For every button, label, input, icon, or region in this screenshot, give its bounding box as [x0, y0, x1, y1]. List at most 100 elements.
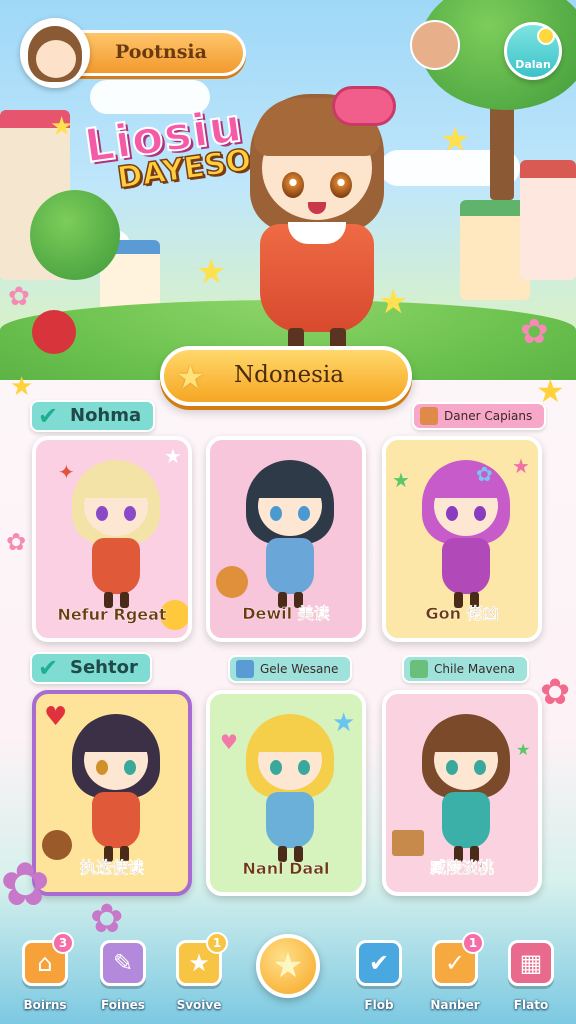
nav-label: Svoive — [176, 998, 222, 1012]
section-tag-2[interactable]: ✔ Sehtor — [30, 652, 152, 684]
character-card[interactable]: ♥ 执迭使读 — [32, 690, 192, 896]
check-icon: ✔ — [356, 940, 402, 986]
character-eye — [446, 760, 458, 775]
character-name: Dewil 美读 — [242, 604, 330, 623]
character-card[interactable]: ✦ ★ Nefur Rgeat — [32, 436, 192, 642]
star-icon: ★ — [176, 358, 205, 396]
book-icon — [420, 407, 438, 425]
pet-cat-icon — [410, 20, 460, 70]
character-outfit — [92, 792, 140, 848]
character-bangs — [252, 464, 328, 498]
nav-item-svoive[interactable]: ★ 1 Svoive — [166, 932, 232, 1018]
nav-label: Boirns — [23, 998, 67, 1012]
section-tag-1[interactable]: ✔ Nohma — [30, 400, 156, 432]
book-stack-icon — [410, 660, 428, 678]
character-eye — [270, 506, 282, 521]
hero-eye — [282, 172, 304, 198]
nav-badge: 1 — [462, 932, 484, 954]
nav-label: Flob — [364, 998, 394, 1012]
nav-item-flato[interactable]: ▦ Flato — [498, 940, 564, 1018]
map-button-label: Dalan — [515, 58, 551, 71]
character-portrait — [416, 708, 516, 868]
character-name: Nefur Rgeat — [57, 605, 167, 624]
character-card[interactable]: ★ 臧陵淡桃 — [382, 690, 542, 896]
star-icon: ★ — [392, 468, 410, 492]
map-button[interactable]: Dalan — [504, 22, 562, 80]
nav-item-nanber[interactable]: ✓ 1 Nanber — [422, 932, 488, 1018]
character-bangs — [252, 718, 328, 752]
character-outfit — [266, 792, 314, 848]
character-bangs — [78, 718, 154, 752]
character-eye — [298, 506, 310, 521]
house — [520, 160, 576, 280]
book-stack-icon — [236, 660, 254, 678]
apple-icon — [32, 310, 76, 354]
region-select-button[interactable]: ★ Ndonesia — [160, 346, 412, 406]
character-eye — [474, 506, 486, 521]
pet-bear-icon — [216, 566, 248, 598]
character-name: Nanl Daal — [242, 859, 330, 878]
chip-label: Daner Capians — [444, 409, 533, 423]
character-portrait — [66, 708, 166, 868]
filter-chip[interactable]: Gele Wesane — [228, 655, 353, 683]
star-icon: ★ — [332, 708, 356, 738]
nav-label: Nanber — [430, 998, 480, 1012]
star-icon: ★ — [440, 120, 471, 160]
calendar-icon: ▦ — [508, 940, 554, 986]
character-outfit — [442, 538, 490, 594]
home-star-button[interactable]: ★ — [256, 934, 320, 998]
flower-icon: ✿ — [8, 282, 30, 312]
character-bangs — [428, 718, 504, 752]
book-icon — [392, 830, 424, 856]
character-card[interactable]: ♥ ★ Nanl Daal — [206, 690, 366, 896]
character-card[interactable]: Dewil 美读 — [206, 436, 366, 642]
section-tag-label: Sehtor — [70, 657, 138, 678]
notepad-icon: ✎ — [100, 940, 146, 986]
nav-item-boirns[interactable]: ⌂ 3 Boirns — [12, 932, 78, 1018]
character-outfit — [92, 538, 140, 594]
nav-label: Foines — [101, 998, 145, 1012]
heart-icon: ♥ — [44, 702, 68, 732]
character-eye — [298, 760, 310, 775]
bow-icon: ✦ — [58, 460, 75, 484]
region-label: Ndonesia — [234, 362, 344, 388]
star-icon: ★ — [10, 372, 34, 402]
character-eye — [96, 760, 108, 775]
avatar[interactable] — [20, 18, 90, 88]
star-icon: ★ — [196, 252, 227, 292]
character-eye — [474, 760, 486, 775]
star-icon: ★ — [512, 454, 530, 478]
filter-chip[interactable]: Daner Capians — [412, 402, 547, 430]
star-icon: ★ — [164, 444, 182, 468]
nav-badge: 3 — [52, 932, 74, 954]
star-icon: ★ — [516, 740, 531, 759]
character-portrait — [240, 454, 340, 614]
profile-name: Pootnsia — [115, 41, 207, 63]
character-name: 执迭使读 — [79, 858, 144, 877]
character-portrait — [66, 454, 166, 614]
character-name: Gon 佬凶 — [425, 604, 499, 623]
nav-label: Flato — [513, 998, 549, 1012]
flower-icon: ✿ — [0, 850, 51, 920]
section-tag-label: Nohma — [70, 405, 142, 426]
hero-character[interactable] — [232, 84, 402, 359]
character-eye — [124, 506, 136, 521]
flower-icon: ✿ — [6, 528, 27, 556]
profile-bar[interactable]: Pootnsia — [20, 18, 246, 88]
avatar-face — [36, 40, 76, 78]
character-outfit — [442, 792, 490, 848]
check-icon: ✔ — [38, 402, 59, 430]
character-card[interactable]: ★ ★ ✿ Gon 佬凶 — [382, 436, 542, 642]
flower-icon: ✿ — [520, 312, 549, 352]
star-icon: ★ — [50, 112, 74, 142]
hero-eye — [330, 172, 352, 198]
filter-chip[interactable]: Chile Mavena — [402, 655, 529, 683]
chip-label: Gele Wesane — [260, 662, 339, 676]
character-eye — [270, 760, 282, 775]
chip-label: Chile Mavena — [434, 662, 515, 676]
nav-item-foines[interactable]: ✎ Foines — [90, 940, 156, 1018]
nav-item-flob[interactable]: ✔ Flob — [346, 940, 412, 1018]
character-bangs — [78, 464, 154, 498]
character-eye — [446, 506, 458, 521]
character-name: 臧陵淡桃 — [429, 858, 494, 877]
